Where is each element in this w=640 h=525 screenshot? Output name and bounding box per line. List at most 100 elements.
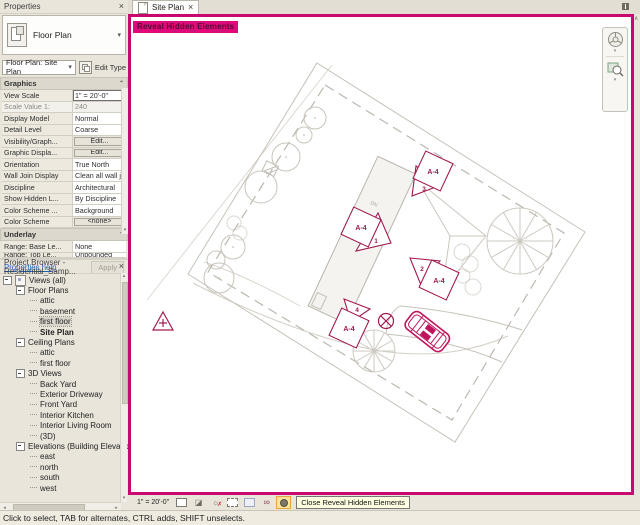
expander-icon[interactable]: [16, 286, 25, 295]
color-scheme-location-value[interactable]: Background: [73, 205, 126, 216]
show-hidden-lines-value[interactable]: By Discipline: [73, 194, 126, 205]
collapse-icon[interactable]: ⌃: [119, 80, 124, 87]
property-label: Color Scheme: [2, 217, 73, 228]
property-boundary[interactable]: [188, 63, 585, 442]
instance-selector[interactable]: Floor Plan: Site Plan ▾: [2, 60, 76, 75]
expander-icon[interactable]: [16, 369, 25, 378]
steering-wheel-icon[interactable]: [607, 31, 624, 48]
property-row: Detail Level Coarse: [2, 125, 126, 137]
tree-item-front-yard[interactable]: Front Yard: [2, 400, 128, 410]
range-base-value[interactable]: None: [73, 241, 126, 252]
reveal-hidden-elements-icon[interactable]: [276, 496, 291, 509]
crop-region-icon[interactable]: [242, 496, 257, 509]
properties-palette: Properties × Floor Plan ▾ Floor Plan: Si…: [0, 0, 128, 258]
temporary-hide-isolate-icon[interactable]: ∞: [259, 496, 274, 509]
car-entourage[interactable]: [403, 309, 452, 354]
tree-item-elevations[interactable]: Elevations (Building Elevation: [2, 441, 128, 451]
type-selector[interactable]: Floor Plan ▾: [2, 15, 126, 55]
underlay-section-header[interactable]: Underlay ⌃: [0, 228, 128, 241]
tree-item-exterior-driveway[interactable]: Exterior Driveway: [2, 389, 128, 399]
house-footprint[interactable]: DN: [308, 156, 486, 323]
visual-style-icon[interactable]: [174, 496, 189, 509]
property-label: Scale Value 1:: [2, 102, 73, 113]
pin-icon[interactable]: [622, 3, 629, 10]
discipline-value[interactable]: Architectural: [73, 182, 126, 193]
view-scale-value[interactable]: 1" = 20'-0": [73, 90, 126, 101]
graphics-section-header[interactable]: Graphics ⌃: [0, 77, 128, 90]
tree-canopies[interactable]: [204, 107, 326, 293]
crossed-circle-symbol[interactable]: [379, 314, 394, 329]
sun-path-icon[interactable]: ☼✗: [208, 496, 223, 509]
property-row: Graphic Displa... Edit...: [2, 148, 126, 160]
chevron-down-icon[interactable]: ▾: [117, 31, 121, 39]
tree-item-first-floor[interactable]: first floor: [2, 317, 128, 327]
tree-item-attic-ceiling[interactable]: attic: [2, 348, 128, 358]
view-doc-icon: [138, 2, 148, 14]
tree-item-floor-plans[interactable]: Floor Plans: [2, 285, 128, 295]
drawing-canvas[interactable]: DN: [128, 14, 634, 495]
type-selector-label: Floor Plan: [33, 30, 111, 40]
edit-type-button[interactable]: Edit Type: [95, 63, 126, 72]
crop-view-icon[interactable]: [225, 496, 240, 509]
tree-item-interior-kitchen[interactable]: Interior Kitchen: [2, 410, 128, 420]
elevation-marker-3[interactable]: A-4 3: [412, 151, 453, 196]
twig: [30, 383, 37, 385]
close-icon[interactable]: ×: [119, 262, 124, 271]
wall-join-value[interactable]: Clean all wall joi...: [73, 171, 126, 182]
elevation-marker-2[interactable]: A-4 2: [410, 258, 459, 300]
detail-level-value[interactable]: Coarse: [73, 125, 126, 136]
tab-site-plan[interactable]: Site Plan ×: [132, 0, 199, 14]
chevron-down-icon[interactable]: ▾: [614, 49, 617, 53]
tree-item-3d-views[interactable]: 3D Views: [2, 369, 128, 379]
close-icon[interactable]: ×: [119, 2, 124, 11]
scroll-up-icon[interactable]: ▴: [121, 273, 127, 280]
scroll-thumb[interactable]: [122, 282, 128, 404]
chevron-down-icon[interactable]: ▾: [614, 78, 617, 82]
views-icon: [15, 275, 26, 286]
tree-item-east[interactable]: east: [2, 452, 128, 462]
tree-item-interior-living-room[interactable]: Interior Living Room: [2, 420, 128, 430]
tree-item-site-plan[interactable]: Site Plan: [2, 327, 128, 337]
property-label: Color Scheme ...: [2, 205, 73, 216]
setback-dashed-line[interactable]: [208, 85, 564, 420]
shadows-icon[interactable]: ◪: [191, 496, 206, 509]
expander-icon[interactable]: [16, 338, 25, 347]
tree-centers: [218, 117, 316, 279]
browser-vscrollbar[interactable]: ▴ ▾: [120, 273, 127, 502]
view-control-bar: 1" = 20'-0" ◪ ☼✗ ∞ Close Reveal Hidden E…: [128, 495, 640, 510]
tree-item-ceiling-plans[interactable]: Ceiling Plans: [2, 337, 128, 347]
status-text: Click to select, TAB for alternates, CTR…: [3, 513, 245, 523]
property-label: Orientation: [2, 159, 73, 170]
twig: [30, 477, 37, 479]
edit-type-icon[interactable]: [79, 61, 92, 74]
graphic-display-edit-button[interactable]: Edit...: [74, 149, 125, 158]
twig: [30, 321, 37, 323]
properties-header: Properties ×: [0, 0, 128, 14]
display-model-value[interactable]: Normal: [73, 113, 126, 124]
tree-item-south[interactable]: south: [2, 472, 128, 482]
tree-item-first-floor-ceiling[interactable]: first floor: [2, 358, 128, 368]
scroll-down-icon[interactable]: ▾: [121, 495, 127, 502]
tree-item-attic[interactable]: attic: [2, 296, 128, 306]
expander-icon[interactable]: [3, 276, 12, 285]
property-label: Discipline: [2, 182, 73, 193]
close-icon[interactable]: ×: [188, 3, 193, 12]
survey-point-triangle[interactable]: [153, 312, 173, 330]
tree-item-back-yard[interactable]: Back Yard: [2, 379, 128, 389]
tree-item-3d[interactable]: (3D): [2, 431, 128, 441]
range-top-value[interactable]: Unbounded: [73, 253, 126, 257]
chevron-up-icon[interactable]: ∧: [634, 15, 638, 22]
tree-item-views-all[interactable]: Views (all): [2, 275, 128, 285]
color-scheme-button[interactable]: <none>: [74, 218, 125, 227]
svg-text:3: 3: [422, 186, 426, 193]
tree-item-west[interactable]: west: [2, 483, 128, 493]
visibility-edit-button[interactable]: Edit...: [74, 137, 125, 146]
orientation-value[interactable]: True North: [73, 159, 126, 170]
tooltip: Close Reveal Hidden Elements: [296, 496, 410, 509]
properties-scrollbar[interactable]: ▾: [121, 88, 128, 234]
tree-item-basement[interactable]: basement: [2, 306, 128, 316]
expander-icon[interactable]: [16, 442, 25, 451]
tree-item-north[interactable]: north: [2, 462, 128, 472]
zoom-region-icon[interactable]: [607, 60, 624, 77]
scale-button[interactable]: 1" = 20'-0": [134, 498, 172, 507]
